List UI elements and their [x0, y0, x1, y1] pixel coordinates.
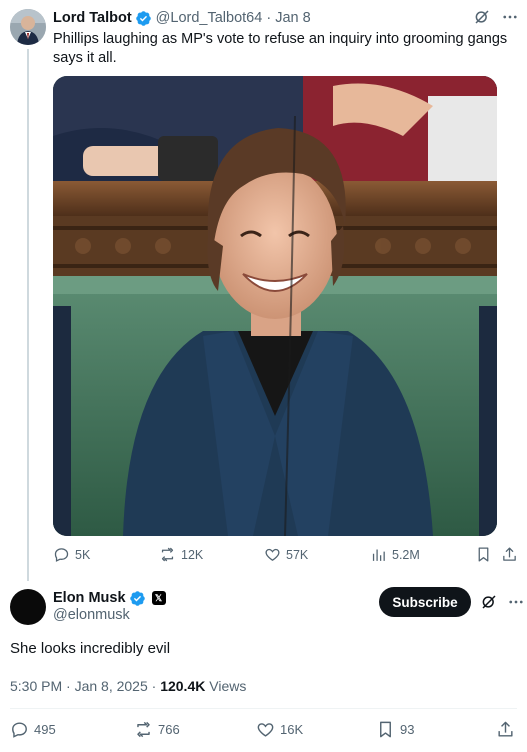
parent-header: Lord Talbot @Lord_Talbot64 · Jan 8	[53, 9, 311, 27]
main-reply-button[interactable]: 495	[10, 720, 56, 739]
main-author-name[interactable]: Elon Musk	[53, 589, 126, 607]
main-reply-count: 495	[34, 722, 56, 737]
main-tweet-text: She looks incredibly evil	[10, 640, 171, 657]
parent-avatar[interactable]	[10, 9, 46, 45]
reply-icon	[12, 722, 27, 738]
parent-like-count: 57K	[286, 547, 309, 562]
main-views-label: Views	[205, 678, 247, 694]
parent-reply-count: 5K	[75, 547, 91, 562]
main-avatar[interactable]	[10, 589, 46, 625]
main-author-row: Elon Musk 𝕏	[53, 589, 166, 607]
parent-views-count: 5.2M	[392, 547, 420, 562]
parent-share-button[interactable]	[501, 546, 518, 563]
main-repost-count: 766	[158, 722, 180, 737]
parent-action-bar: 5K 12K 57K 5.2M	[53, 546, 519, 566]
main-views-count: 120.4K	[160, 678, 206, 694]
main-like-button[interactable]: 16K	[256, 720, 303, 739]
main-top-icons	[480, 593, 525, 611]
parent-top-icons	[473, 8, 519, 26]
more-icon[interactable]	[501, 8, 519, 26]
grok-icon[interactable]	[480, 593, 498, 611]
main-bookmark-count: 93	[400, 722, 415, 737]
parent-handle[interactable]: @Lord_Talbot64	[156, 9, 263, 27]
main-timestamp-row: 5:30 PM · Jan 8, 2025 · 120.4K Views	[10, 678, 246, 694]
parent-like-button[interactable]: 57K	[264, 546, 308, 563]
parent-bookmark-button[interactable]	[475, 546, 492, 563]
verified-badge-icon	[135, 10, 151, 26]
views-icon	[372, 549, 385, 561]
share-icon	[503, 547, 516, 561]
like-icon	[265, 548, 280, 561]
repost-icon	[161, 547, 174, 562]
parent-date[interactable]: Jan 8	[275, 9, 310, 27]
parent-tweet-text: Phillips laughing as MP's vote to refuse…	[53, 31, 508, 66]
main-like-count: 16K	[280, 722, 304, 737]
like-icon	[257, 723, 274, 737]
bookmark-icon	[380, 721, 391, 738]
parent-repost-count: 12K	[181, 547, 204, 562]
verified-badge-icon	[129, 590, 145, 606]
dot-separator: ·	[262, 10, 276, 26]
grok-icon[interactable]	[473, 8, 491, 26]
tweet-photo[interactable]	[53, 76, 497, 536]
subscribe-button[interactable]: Subscribe	[379, 587, 471, 617]
parent-views-button[interactable]: 5.2M	[370, 546, 420, 563]
reply-icon	[54, 548, 69, 562]
more-icon[interactable]	[507, 593, 525, 611]
parent-repost-button[interactable]: 12K	[159, 546, 203, 563]
main-action-bar: 495 766 16K 93	[10, 720, 517, 742]
parent-author-name[interactable]: Lord Talbot	[53, 9, 132, 27]
bookmark-icon	[478, 547, 489, 562]
x-affiliate-badge[interactable]: 𝕏	[151, 591, 166, 605]
main-repost-button[interactable]: 766	[134, 720, 180, 739]
main-bookmark-button[interactable]: 93	[376, 720, 414, 739]
main-timestamp[interactable]: 5:30 PM · Jan 8, 2025 ·	[10, 678, 160, 694]
repost-icon	[137, 721, 150, 738]
main-share-button[interactable]	[496, 720, 515, 739]
divider	[10, 708, 517, 709]
share-icon	[498, 721, 513, 737]
main-handle[interactable]: @elonmusk	[53, 607, 130, 623]
thread-line	[27, 49, 29, 581]
parent-reply-button[interactable]: 5K	[53, 546, 90, 563]
